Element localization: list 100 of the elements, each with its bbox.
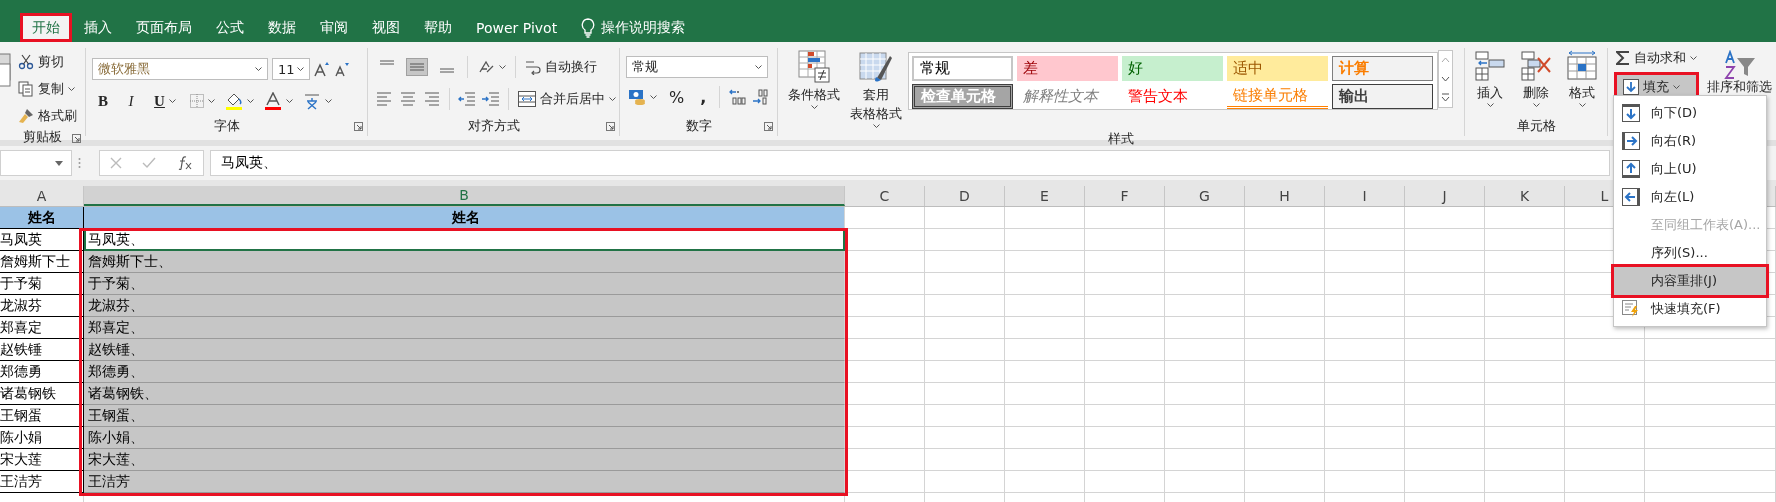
- horizontal-align-icon[interactable]: [398, 91, 418, 107]
- search-label[interactable]: 操作说明搜索: [601, 18, 686, 37]
- vertical-align-icon[interactable]: [407, 59, 427, 75]
- merge-cells-icon: [518, 91, 536, 107]
- percent-button[interactable]: %: [663, 87, 691, 107]
- clipboard-command-button[interactable]: 剪切: [16, 50, 79, 74]
- italic-button[interactable]: I: [120, 91, 142, 111]
- currency-button[interactable]: [626, 88, 659, 106]
- border-icon: [190, 94, 204, 108]
- dialog-launcher-icon[interactable]: [354, 122, 363, 131]
- cancel-icon[interactable]: [110, 157, 123, 169]
- ribbon-tab[interactable]: 审阅: [308, 13, 360, 42]
- caret-icon: [810, 105, 818, 109]
- number-format-dropdown[interactable]: 常规: [626, 56, 768, 78]
- dialog-launcher-icon[interactable]: [606, 122, 615, 131]
- cell-style-item[interactable]: 警告文本: [1122, 84, 1223, 109]
- caret-icon: [325, 99, 332, 103]
- table-cell: 马凤英、: [84, 229, 845, 251]
- cell-style-item[interactable]: 适中: [1227, 56, 1328, 81]
- ribbon-tab[interactable]: Power Pivot: [464, 13, 570, 42]
- currency-icon: [628, 89, 646, 105]
- cell-style-item[interactable]: 常规: [912, 56, 1013, 81]
- menu-item[interactable]: 向上(U): [1614, 155, 1766, 183]
- decrease-indent-icon[interactable]: [457, 91, 477, 107]
- group-label: 样式: [1108, 130, 1134, 148]
- column-header[interactable]: I: [1325, 186, 1405, 206]
- ribbon-tab[interactable]: 视图: [360, 13, 412, 42]
- column-header[interactable]: D: [925, 186, 1005, 206]
- header-cell: 姓名: [84, 207, 845, 229]
- merge-center-button[interactable]: 合并后居中: [516, 89, 618, 109]
- group-label: 剪贴板: [23, 128, 62, 146]
- fill-color-button[interactable]: [223, 91, 256, 111]
- cell-style-item[interactable]: 差: [1017, 56, 1118, 81]
- column-header[interactable]: B: [84, 186, 845, 206]
- conditional-formatting-button[interactable]: 条件格式: [784, 48, 844, 130]
- horizontal-align-icon[interactable]: [422, 91, 442, 107]
- column-header[interactable]: J: [1405, 186, 1485, 206]
- copy-icon: [18, 81, 34, 97]
- gallery-scrollbar-icon[interactable]: [1438, 50, 1453, 108]
- ribbon-tab[interactable]: 数据: [256, 13, 308, 42]
- ribbon-tab[interactable]: 开始: [20, 13, 72, 42]
- column-header[interactable]: G: [1165, 186, 1245, 206]
- caret-icon: [1532, 103, 1540, 107]
- comma-button[interactable]: ,: [694, 87, 713, 107]
- menu-item[interactable]: 快速填充(F): [1614, 295, 1766, 323]
- group-label: 单元格: [1516, 117, 1556, 135]
- ribbon-tab[interactable]: 页面布局: [124, 13, 204, 42]
- function-icon[interactable]: [176, 156, 193, 170]
- increase-decimal-icon[interactable]: [727, 88, 748, 106]
- shrink-font-icon[interactable]: [334, 61, 350, 77]
- formula-input[interactable]: 马凤英、: [210, 150, 1610, 176]
- font-color-button[interactable]: [262, 91, 295, 111]
- autosum-button[interactable]: 自动求和: [1614, 48, 1699, 68]
- bold-button[interactable]: B: [92, 91, 114, 111]
- underline-button[interactable]: U: [148, 91, 182, 111]
- cell-style-item[interactable]: 解释性文本: [1017, 84, 1118, 109]
- increase-indent-icon[interactable]: [481, 91, 501, 107]
- font-name-dropdown[interactable]: 微软雅黑: [92, 58, 268, 80]
- dialog-launcher-icon[interactable]: [764, 122, 773, 131]
- confirm-icon[interactable]: [142, 157, 157, 169]
- insert-cells-icon: [1475, 50, 1505, 82]
- fill-down-icon: [1622, 104, 1640, 122]
- borders-button[interactable]: [188, 93, 217, 109]
- caret-icon: [499, 65, 506, 69]
- caret-icon: [55, 160, 63, 166]
- caret-icon: [297, 67, 304, 71]
- column-header[interactable]: H: [1245, 186, 1325, 206]
- table-cell: 赵铁锤、: [84, 339, 845, 361]
- horizontal-align-icon[interactable]: [374, 91, 394, 107]
- ribbon-tab[interactable]: 帮助: [412, 13, 464, 42]
- cells-command-button[interactable]: 格式: [1563, 48, 1601, 116]
- caret-icon: [255, 67, 262, 71]
- group-label: 数字: [685, 117, 712, 135]
- cells-command-button[interactable]: 插入: [1471, 48, 1509, 116]
- clipboard-command-button[interactable]: 格式刷: [16, 104, 79, 128]
- header-cell: 姓名: [0, 207, 84, 229]
- format-as-table-button[interactable]: 套用 表格格式: [846, 48, 906, 130]
- menu-item[interactable]: 序列(S)...: [1614, 239, 1766, 267]
- clipboard-command-button[interactable]: 复制: [16, 77, 79, 101]
- column-header[interactable]: K: [1485, 186, 1565, 206]
- group-label: 对齐方式: [467, 117, 520, 135]
- cell-style-item[interactable]: 输出: [1332, 84, 1433, 109]
- delete-cells-icon: [1521, 50, 1551, 82]
- ribbon-tab[interactable]: 公式: [204, 13, 256, 42]
- column-header[interactable]: F: [1085, 186, 1165, 206]
- dialog-launcher-icon[interactable]: [72, 134, 81, 143]
- cell-style-item[interactable]: 好: [1122, 56, 1223, 81]
- table-cell: 王钢蛋、: [84, 405, 845, 427]
- wrap-text-button[interactable]: 自动换行: [523, 57, 599, 77]
- column-header[interactable]: C: [845, 186, 925, 206]
- menu-item[interactable]: 内容重排(J): [1614, 267, 1766, 295]
- cells-command-button[interactable]: 删除: [1517, 48, 1555, 116]
- table-cell: 詹姆斯下士、: [84, 251, 845, 273]
- column-header[interactable]: E: [1005, 186, 1085, 206]
- font-size-dropdown[interactable]: 11: [272, 58, 310, 80]
- grow-font-icon[interactable]: [314, 61, 330, 77]
- table-cell: 龙淑芬、: [84, 295, 845, 317]
- ribbon-tab[interactable]: 插入: [72, 13, 124, 42]
- font-color-icon: [264, 92, 282, 110]
- format-cells-icon: [1567, 50, 1597, 82]
